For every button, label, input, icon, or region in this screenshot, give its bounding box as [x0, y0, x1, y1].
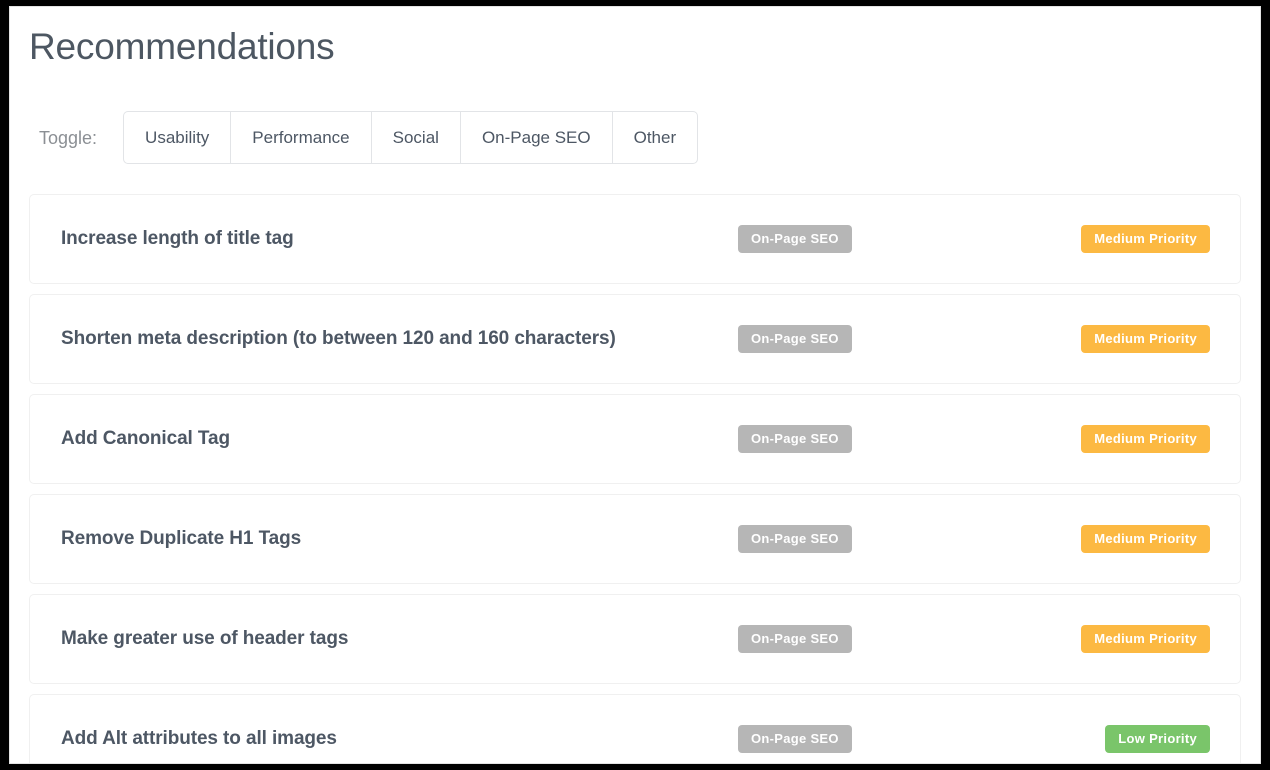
priority-badge: Medium Priority	[1081, 625, 1210, 653]
recommendation-category-cell: On-Page SEO	[738, 425, 1038, 453]
recommendation-list: Increase length of title tagOn-Page SEOM…	[29, 194, 1241, 764]
recommendation-row[interactable]: Increase length of title tagOn-Page SEO M…	[29, 194, 1241, 284]
priority-badge: Medium Priority	[1081, 225, 1210, 253]
recommendation-row[interactable]: Shorten meta description (to between 120…	[29, 294, 1241, 384]
toggle-button-on-page-seo[interactable]: On-Page SEO	[460, 111, 612, 164]
category-badge: On-Page SEO	[738, 425, 852, 453]
toggle-filter-bar: Toggle: UsabilityPerformanceSocialOn-Pag…	[29, 111, 1241, 164]
recommendation-category-cell: On-Page SEO	[738, 225, 1038, 253]
recommendation-category-cell: On-Page SEO	[738, 525, 1038, 553]
category-badge: On-Page SEO	[738, 225, 852, 253]
category-badge: On-Page SEO	[738, 725, 852, 753]
app-window: Recommendations Toggle: UsabilityPerform…	[9, 6, 1261, 764]
recommendation-row[interactable]: Add Alt attributes to all imagesOn-Page …	[29, 694, 1241, 764]
recommendation-title: Add Canonical Tag	[61, 428, 738, 450]
priority-badge: Low Priority	[1105, 725, 1210, 753]
priority-badge: Medium Priority	[1081, 525, 1210, 553]
recommendation-title: Add Alt attributes to all images	[61, 728, 738, 750]
toggle-button-group: UsabilityPerformanceSocialOn-Page SEOOth…	[123, 111, 698, 164]
toggle-button-social[interactable]: Social	[371, 111, 460, 164]
toggle-button-performance[interactable]: Performance	[230, 111, 370, 164]
recommendation-title: Increase length of title tag	[61, 228, 738, 250]
page-title: Recommendations	[29, 7, 1241, 69]
recommendations-page: Recommendations Toggle: UsabilityPerform…	[10, 7, 1260, 763]
toggle-label: Toggle:	[39, 129, 97, 147]
category-badge: On-Page SEO	[738, 525, 852, 553]
priority-badge: Medium Priority	[1081, 425, 1210, 453]
priority-badge: Medium Priority	[1081, 325, 1210, 353]
recommendation-priority-cell: Medium Priority	[1038, 225, 1210, 253]
recommendation-title: Make greater use of header tags	[61, 628, 738, 650]
recommendation-priority-cell: Medium Priority	[1038, 325, 1210, 353]
recommendation-title: Remove Duplicate H1 Tags	[61, 528, 738, 550]
recommendation-priority-cell: Medium Priority	[1038, 625, 1210, 653]
toggle-button-other[interactable]: Other	[612, 111, 699, 164]
category-badge: On-Page SEO	[738, 325, 852, 353]
recommendation-row[interactable]: Remove Duplicate H1 TagsOn-Page SEO Mediu…	[29, 494, 1241, 584]
recommendation-row[interactable]: Add Canonical TagOn-Page SEO Medium Prior…	[29, 394, 1241, 484]
recommendation-priority-cell: Low Priority	[1038, 725, 1210, 753]
toggle-button-usability[interactable]: Usability	[123, 111, 230, 164]
recommendation-category-cell: On-Page SEO	[738, 725, 1038, 753]
category-badge: On-Page SEO	[738, 625, 852, 653]
recommendation-title: Shorten meta description (to between 120…	[61, 328, 738, 350]
recommendation-row[interactable]: Make greater use of header tagsOn-Page S…	[29, 594, 1241, 684]
recommendation-priority-cell: Medium Priority	[1038, 525, 1210, 553]
recommendation-category-cell: On-Page SEO	[738, 325, 1038, 353]
recommendation-category-cell: On-Page SEO	[738, 625, 1038, 653]
recommendation-priority-cell: Medium Priority	[1038, 425, 1210, 453]
